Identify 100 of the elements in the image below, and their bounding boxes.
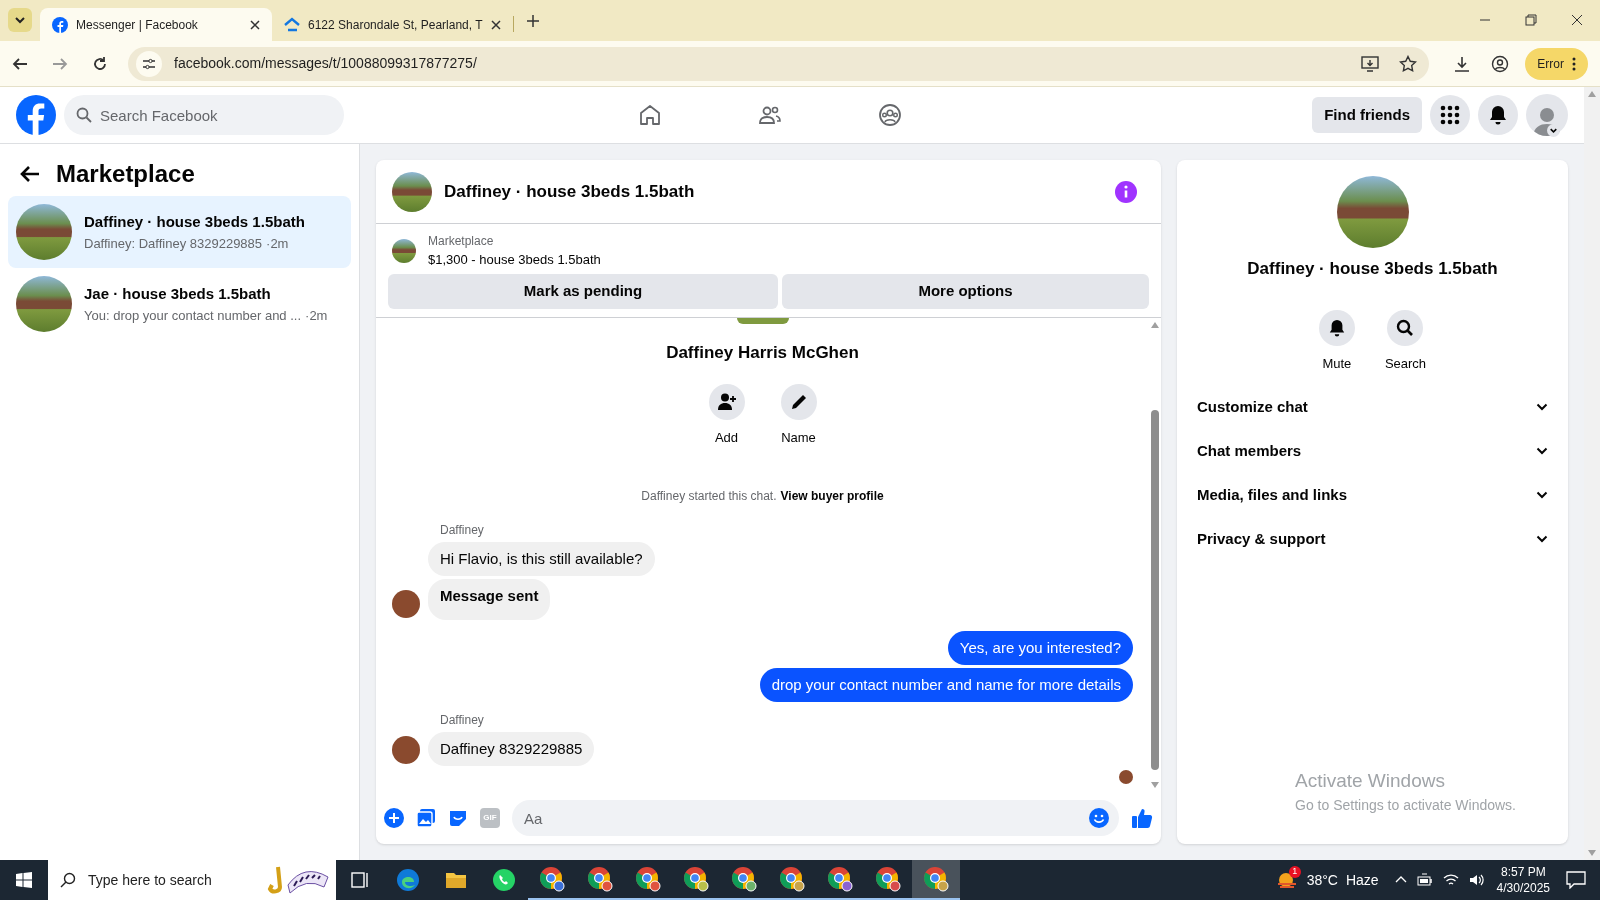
chrome-icon[interactable] [587,866,613,892]
chrome-icon[interactable] [779,866,805,892]
facebook-logo-icon[interactable] [16,95,56,135]
tab-search-button[interactable] [8,8,32,32]
profile-icon[interactable] [1491,54,1510,73]
message-bubble: Yes, are you interested? [947,631,1133,665]
profile-name: Daffiney Harris McGhen [666,342,859,364]
photo-placeholder [736,317,789,324]
plus-icon[interactable] [525,14,540,28]
buyer-profile-link[interactable]: View buyer profile [780,487,884,505]
up-arrow-icon[interactable] [1151,321,1159,328]
facebook-icon [52,16,68,33]
action-button[interactable]: More options [782,273,1149,309]
details-action-button[interactable] [1318,309,1355,346]
thumbs-up-icon[interactable] [1131,807,1153,829]
profile-action-button[interactable] [780,383,817,420]
wifi-icon[interactable] [1442,873,1459,887]
action-label: Search [1384,354,1427,373]
star-icon[interactable] [1399,54,1418,73]
tab-title: Messenger | Facebook [76,16,199,34]
notification-badge: 1 [1288,865,1301,878]
chat-title: Daffiney · house 3beds 1.5bath [444,180,696,203]
taskbar-search-field[interactable]: Type here to search [48,860,336,900]
image-icon[interactable] [416,808,436,828]
windows-logo-icon [16,872,32,888]
chat-notice: Daffiney started this chat. [641,488,777,505]
details-title: Daffiney · house 3beds 1.5bath [1247,258,1498,280]
site-info-button[interactable] [136,50,162,77]
chevron-down-icon [1536,445,1548,457]
photo-placeholder [16,276,72,332]
reload-icon[interactable] [92,55,108,72]
profile-action-button[interactable] [708,383,745,420]
action-button[interactable]: Mark as pending [388,273,778,309]
notifications-button[interactable] [1478,95,1518,135]
more-icon [1572,56,1576,71]
chrome-icon[interactable] [731,866,757,892]
forward-arrow-icon[interactable] [52,55,68,72]
clock-date: 4/30/2025 [1496,880,1550,896]
menu-button[interactable] [1430,95,1470,135]
section-row[interactable]: Privacy & support [1193,517,1552,561]
scrollbar-thumb[interactable] [1151,409,1159,770]
conversation-item[interactable]: Jae · house 3beds 1.5bath You: drop your contact number and ... ·2m [8,268,351,340]
browser-tab[interactable]: 6122 Sharondale St, Pearland, T [272,8,513,41]
message-bubble: Hi Flavio, is this still available? [428,542,655,576]
install-icon[interactable] [1361,54,1380,73]
photo-placeholder [392,238,416,263]
account-button[interactable] [1526,94,1568,136]
action-label: Add [714,428,739,447]
browser-tab[interactable]: Messenger | Facebook [40,8,272,41]
plus-circle-icon[interactable] [384,808,404,828]
photo-placeholder [392,171,432,212]
close-icon[interactable] [490,19,501,30]
caret-icon [1547,124,1560,137]
section-row[interactable]: Media, files and links [1193,473,1552,517]
error-button[interactable]: Error [1525,47,1588,80]
back-arrow-icon[interactable] [12,55,28,72]
chrome-icon[interactable] [875,866,901,892]
chevron-down-icon [1536,489,1548,501]
activation-title: Activate Windows [1295,768,1446,793]
conversation-item[interactable]: Daffiney · house 3beds 1.5bath Daffiney: Daffiney 8329229885 ·2m [8,196,351,268]
battery-icon[interactable] [1416,873,1433,887]
down-arrow-icon[interactable] [1151,782,1159,788]
action-label: Name [781,428,816,447]
chrome-icon[interactable] [539,866,565,892]
section-row[interactable]: Customize chat [1193,385,1552,429]
chrome-icon[interactable] [923,866,949,892]
close-icon[interactable] [250,19,260,30]
speaker-icon[interactable] [1468,873,1485,887]
emoji-icon[interactable] [1089,808,1109,828]
message-bubble: Message sent [428,579,551,620]
back-arrow-icon[interactable] [20,164,40,184]
tab-title: 6122 Sharondale St, Pearland, T [308,16,483,34]
avatar [1119,770,1133,784]
details-action-button[interactable] [1387,309,1424,346]
sticker-icon[interactable] [448,808,468,828]
search-field[interactable]: Search Facebook [64,95,344,135]
weather-condition: Haze [1345,870,1379,890]
bell-icon [1488,105,1508,125]
chrome-icon[interactable] [635,866,661,892]
chevron-down-icon [1536,401,1548,413]
house-icon [284,16,300,33]
conversation-title: Daffiney · house 3beds 1.5bath [84,212,305,232]
conversation-title: Jae · house 3beds 1.5bath [84,284,272,304]
address-bar[interactable]: facebook.com/messages/t/10088099317877275/ [128,46,1430,81]
find-friends-button[interactable]: Find friends [1312,97,1422,133]
info-icon[interactable] [1115,180,1137,203]
download-icon[interactable] [1453,54,1472,73]
search-icon [60,872,76,888]
section-row[interactable]: Chat members [1193,429,1552,473]
chrome-icon[interactable] [683,866,709,892]
timestamp: ·2m [305,306,328,325]
search-icon [76,107,92,123]
activation-message: Go to Settings to activate Windows. [1295,796,1516,815]
message-input[interactable]: Aa [512,800,1119,836]
chrome-icon[interactable] [827,866,853,892]
caret-icon [14,14,26,26]
add-person-icon [716,391,737,412]
action-label: Mute [1322,354,1352,373]
grid-icon [1440,105,1460,125]
notification-icon[interactable] [1566,871,1586,889]
